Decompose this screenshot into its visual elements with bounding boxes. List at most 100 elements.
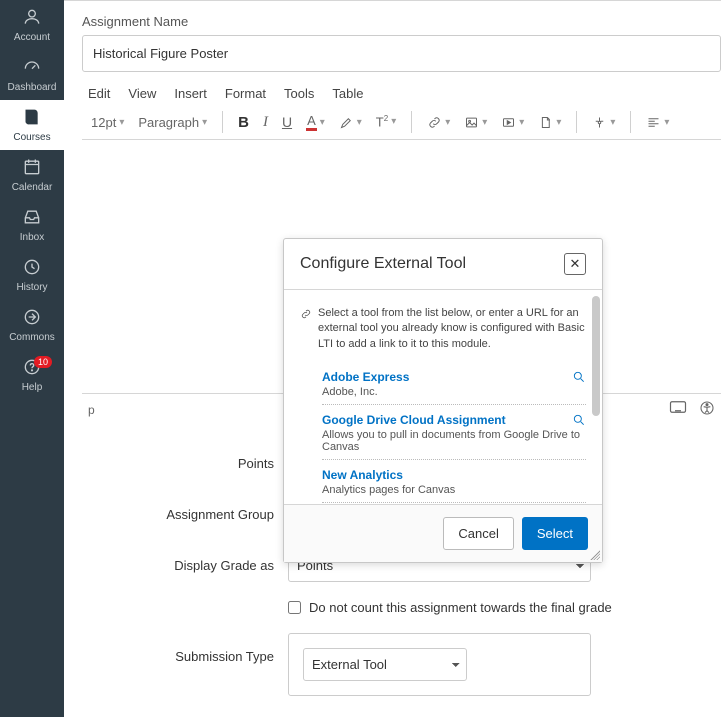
calendar-icon (22, 157, 42, 180)
superscript-button[interactable]: T2▾ (373, 112, 399, 131)
nav-dashboard[interactable]: Dashboard (0, 50, 64, 100)
menu-edit[interactable]: Edit (88, 86, 110, 101)
align-button[interactable]: ▾ (643, 113, 672, 132)
editor-toolbar: 12pt▾ Paragraph▾ B I U A▾ ▾ T2▾ ▾ ▾ ▾ ▾ … (82, 101, 721, 140)
modal-instruction: Select a tool from the list below, or en… (318, 306, 586, 352)
select-button[interactable]: Select (522, 517, 588, 550)
keyboard-icon[interactable] (669, 400, 687, 419)
media-button[interactable]: ▾ (498, 113, 527, 132)
underline-button[interactable]: U (279, 112, 295, 132)
dashboard-icon (22, 57, 42, 80)
toolbar-separator (576, 111, 577, 133)
chevron-down-icon: ▾ (664, 117, 669, 128)
submission-type-label: Submission Type (82, 633, 288, 664)
tool-item[interactable]: Google Drive Cloud Assignment Allows you… (322, 405, 586, 460)
document-button[interactable]: ▾ (535, 113, 564, 132)
highlight-button[interactable]: ▾ (336, 113, 365, 132)
nav-history[interactable]: History (0, 250, 64, 300)
block-format-value: Paragraph (138, 115, 199, 130)
nav-courses[interactable]: Courses (0, 100, 64, 150)
chevron-down-icon: ▾ (445, 117, 450, 128)
tool-item[interactable]: New Analytics Analytics pages for Canvas (322, 460, 586, 503)
nav-label: Calendar (12, 182, 53, 193)
chevron-down-icon: ▾ (482, 117, 487, 128)
nav-inbox[interactable]: Inbox (0, 200, 64, 250)
text-color-button[interactable]: A▾ (303, 111, 328, 133)
menu-table[interactable]: Table (332, 86, 363, 101)
book-icon (22, 107, 42, 130)
tool-name[interactable]: New Analytics (322, 468, 586, 482)
close-icon: ✕ (570, 256, 581, 272)
modal-close-button[interactable]: ✕ (564, 253, 586, 275)
modal-body: Select a tool from the list below, or en… (284, 290, 602, 504)
nav-help[interactable]: 10 Help (0, 350, 64, 400)
nav-label: Help (22, 382, 43, 393)
nav-label: History (16, 282, 47, 293)
tool-name[interactable]: Adobe Express (322, 370, 586, 384)
submission-type-select[interactable]: External Tool (303, 648, 467, 681)
global-nav: Account Dashboard Courses Calendar Inbox… (0, 0, 64, 717)
tool-desc: Adobe, Inc. (322, 386, 586, 398)
nav-label: Dashboard (8, 82, 57, 93)
tool-desc: Analytics pages for Canvas (322, 484, 586, 496)
exit-icon (22, 307, 42, 330)
image-button[interactable]: ▾ (461, 113, 490, 132)
accessibility-icon[interactable] (699, 400, 715, 419)
magnify-icon[interactable] (572, 413, 586, 432)
exclude-grade-label: Do not count this assignment towards the… (309, 600, 612, 615)
italic-button[interactable]: I (260, 112, 271, 133)
tool-list: Adobe Express Adobe, Inc. Google Drive C… (322, 362, 586, 503)
configure-external-tool-modal: Configure External Tool ✕ Select a tool … (283, 238, 603, 563)
menu-view[interactable]: View (128, 86, 156, 101)
chevron-down-icon: ▾ (357, 117, 362, 128)
font-size-picker[interactable]: 12pt▾ (88, 113, 127, 132)
submission-type-box: External Tool (288, 633, 591, 696)
block-format-picker[interactable]: Paragraph▾ (135, 113, 210, 132)
exclude-grade-checkbox[interactable] (288, 601, 301, 614)
chevron-down-icon: ▾ (610, 117, 615, 128)
assignment-name-label: Assignment Name (82, 6, 721, 35)
tool-name[interactable]: Google Drive Cloud Assignment (322, 413, 586, 427)
chevron-down-icon: ▾ (202, 117, 207, 128)
nav-commons[interactable]: Commons (0, 300, 64, 350)
chevron-down-icon: ▾ (391, 116, 396, 127)
nav-account[interactable]: Account (0, 0, 64, 50)
toolbar-separator (411, 111, 412, 133)
inbox-icon (22, 207, 42, 230)
chevron-down-icon: ▾ (119, 117, 124, 128)
assignment-group-label: Assignment Group (82, 507, 288, 522)
points-label: Points (82, 456, 288, 471)
clock-icon (22, 257, 42, 280)
nav-label: Account (14, 32, 50, 43)
cancel-button[interactable]: Cancel (443, 517, 513, 550)
display-grade-label: Display Grade as (82, 558, 288, 573)
link-icon (300, 308, 312, 352)
magnify-icon[interactable] (572, 370, 586, 389)
chevron-down-icon: ▾ (556, 117, 561, 128)
menu-tools[interactable]: Tools (284, 86, 314, 101)
font-size-value: 12pt (91, 115, 116, 130)
nav-label: Courses (13, 132, 50, 143)
link-button[interactable]: ▾ (424, 113, 453, 132)
modal-scrollbar[interactable] (592, 296, 600, 416)
chevron-down-icon: ▾ (519, 117, 524, 128)
menu-format[interactable]: Format (225, 86, 266, 101)
bold-button[interactable]: B (235, 112, 252, 133)
toolbar-separator (630, 111, 631, 133)
resize-grip[interactable] (588, 548, 600, 560)
nav-calendar[interactable]: Calendar (0, 150, 64, 200)
editor-path: p (88, 403, 95, 417)
chevron-down-icon: ▾ (320, 117, 325, 128)
assignment-name-input[interactable] (82, 35, 721, 72)
editor-menubar: Edit View Insert Format Tools Table (82, 72, 721, 101)
help-badge: 10 (34, 356, 52, 368)
nav-label: Inbox (20, 232, 44, 243)
modal-title: Configure External Tool (300, 255, 466, 273)
tool-desc: Allows you to pull in documents from Goo… (322, 429, 586, 453)
user-icon (22, 7, 42, 30)
tool-item[interactable]: Adobe Express Adobe, Inc. (322, 362, 586, 405)
apps-button[interactable]: ▾ (589, 113, 618, 132)
toolbar-separator (222, 111, 223, 133)
menu-insert[interactable]: Insert (174, 86, 207, 101)
nav-label: Commons (9, 332, 55, 343)
